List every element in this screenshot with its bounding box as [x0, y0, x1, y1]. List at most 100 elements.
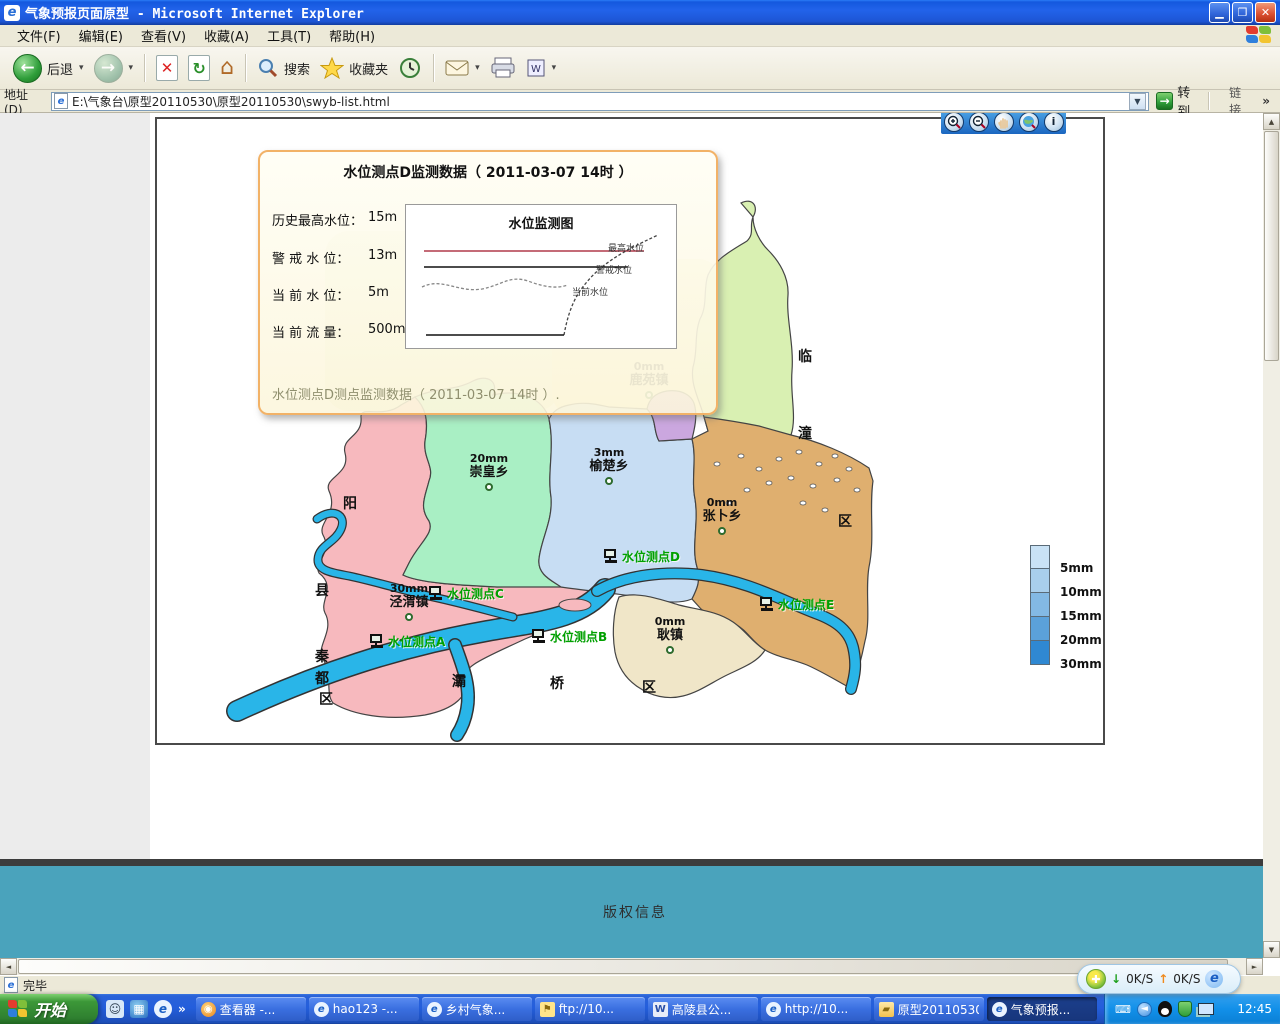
station-d-popup: 水位测点D监测数据（ 2011-03-07 14时 ） 历史最高水位： 15m …	[258, 150, 718, 415]
address-input[interactable]: e E:\气象台\原型20110530\原型20110530\swyb-list…	[51, 92, 1149, 111]
station-D[interactable]: 水位测点D	[603, 548, 680, 565]
search-button[interactable]: 搜索	[252, 54, 315, 82]
district-label: 临	[798, 346, 812, 366]
messenger-icon[interactable]: ☺	[106, 1000, 124, 1018]
back-dropdown-icon[interactable]: ▾	[79, 63, 84, 73]
station-A[interactable]: 水位测点A	[369, 633, 445, 650]
computer-icon	[603, 549, 619, 564]
legend-swatch	[1030, 569, 1050, 593]
legend-label: 20mm	[1060, 633, 1102, 647]
town-gengzhen[interactable]: 0mm 耿镇	[635, 616, 705, 654]
close-button[interactable]: ✕	[1255, 2, 1276, 23]
task-label: 原型20110530	[898, 1001, 979, 1018]
field-value: 5m	[368, 285, 389, 304]
print-button[interactable]	[485, 54, 521, 82]
task-ftp[interactable]: ⚑ftp://10...	[535, 997, 645, 1021]
full-extent-button[interactable]	[1019, 113, 1039, 132]
page-footer: 版权信息	[0, 866, 1263, 958]
scroll-up-button[interactable]: ▲	[1263, 113, 1280, 130]
computer-icon	[759, 597, 775, 612]
screen: e 气象预报页面原型 - Microsoft Internet Explorer…	[0, 0, 1280, 1024]
stop-button[interactable]: ✕	[151, 52, 183, 84]
start-button[interactable]: 开始	[0, 994, 98, 1024]
horizontal-scrollbar[interactable]: ◄ ►	[0, 958, 1263, 975]
station-E[interactable]: 水位测点E	[759, 596, 834, 613]
pan-button[interactable]	[994, 113, 1014, 132]
favorites-star-icon	[320, 57, 344, 79]
chart-line-label: 警戒水位	[596, 263, 632, 276]
zoom-in-button[interactable]	[944, 113, 964, 132]
forward-dropdown-icon[interactable]: ▾	[129, 63, 134, 73]
legend-label: 10mm	[1060, 585, 1102, 599]
home-icon: ⌂	[220, 57, 234, 79]
menu-view[interactable]: 查看(V)	[132, 24, 195, 47]
menu-help[interactable]: 帮助(H)	[320, 24, 384, 47]
qq-icon[interactable]	[1158, 1001, 1172, 1017]
info-button[interactable]: i	[1044, 113, 1064, 132]
links-more-icon[interactable]: »	[1262, 94, 1270, 108]
vertical-scrollbar[interactable]: ▲ ▼	[1263, 113, 1280, 958]
menu-file[interactable]: 文件(F)	[8, 24, 70, 47]
home-button[interactable]: ⌂	[215, 54, 239, 82]
edit-button[interactable]: W ▾	[521, 55, 562, 81]
mail-button[interactable]: ▾	[440, 56, 485, 80]
refresh-button[interactable]: ↻	[183, 52, 215, 84]
task-hao123[interactable]: ehao123 -...	[309, 997, 419, 1021]
town-zhangbu[interactable]: 0mm 张卜乡	[687, 497, 757, 535]
town-yuchu[interactable]: 3mm 榆楚乡	[574, 447, 644, 485]
desktop-icon[interactable]: ▦	[130, 1000, 148, 1018]
zoom-out-button[interactable]	[969, 113, 989, 132]
field-row: 当 前 水 位： 5m	[272, 285, 389, 304]
restore-button[interactable]: ❐	[1232, 2, 1253, 23]
water-level-chart: 水位监测图 最高水位 警戒水位 当前水位	[405, 204, 677, 349]
menu-favorites[interactable]: 收藏(A)	[195, 24, 258, 47]
task-viewer[interactable]: ◉查看器 -...	[196, 997, 306, 1021]
district-label: 秦	[315, 646, 329, 666]
address-dropdown-icon[interactable]: ▼	[1129, 93, 1146, 110]
station-C[interactable]: 水位测点C	[428, 585, 504, 602]
tray-collapse-chevron-icon[interactable]: ◄	[1137, 1002, 1152, 1017]
scroll-right-button[interactable]: ►	[1246, 958, 1263, 975]
edit-dropdown-icon[interactable]: ▾	[552, 63, 557, 73]
rain-value: 0mm	[707, 497, 738, 509]
task-folder[interactable]: ▰原型20110530	[874, 997, 984, 1021]
minimize-button[interactable]: ▁	[1209, 2, 1230, 23]
keyboard-icon[interactable]: ⌨	[1115, 1001, 1131, 1017]
scroll-down-button[interactable]: ▼	[1263, 941, 1280, 958]
ie-widget-icon[interactable]: e	[1205, 970, 1223, 988]
town-name: 榆楚乡	[589, 459, 628, 475]
back-button[interactable]: ← 后退 ▾	[8, 51, 89, 86]
scroll-left-button[interactable]: ◄	[0, 958, 17, 975]
security-shield-icon[interactable]	[1178, 1001, 1192, 1017]
history-button[interactable]	[393, 53, 427, 83]
menu-edit[interactable]: 编辑(E)	[70, 24, 132, 47]
safety-suite-icon[interactable]: ✚	[1086, 969, 1106, 989]
district-label: 潼	[798, 423, 812, 443]
favorites-button[interactable]: 收藏夹	[315, 54, 393, 82]
forward-button[interactable]: → ▾	[89, 51, 139, 86]
task-rural-weather[interactable]: e乡村气象...	[422, 997, 532, 1021]
field-row: 当 前 流 量： 500m³/s	[272, 322, 422, 341]
task-gaoling-doc[interactable]: W高陵县公...	[648, 997, 758, 1021]
menu-tools[interactable]: 工具(T)	[258, 24, 320, 47]
network-icon[interactable]	[1198, 1003, 1214, 1015]
legend-label: 5mm	[1060, 561, 1093, 575]
task-http[interactable]: ehttp://10...	[761, 997, 871, 1021]
station-B[interactable]: 水位测点B	[531, 628, 607, 645]
town-chonghuang[interactable]: 20mm 崇皇乡	[454, 453, 524, 491]
horizontal-scroll-thumb[interactable]	[18, 959, 1228, 974]
computer-icon	[428, 586, 444, 601]
pan-hand-icon	[997, 115, 1010, 129]
task-label: 气象预报...	[1011, 1001, 1070, 1018]
ie-quicklaunch-icon[interactable]: e	[154, 1000, 172, 1018]
zoom-out-icon	[972, 115, 986, 129]
net-speed-widget[interactable]: ✚ ↓ 0K/S ↑ 0K/S e	[1077, 964, 1241, 994]
mail-dropdown-icon[interactable]: ▾	[475, 63, 480, 73]
task-weather-forecast-active[interactable]: e气象预报...	[987, 997, 1097, 1021]
computer-icon	[531, 629, 547, 644]
task-button-row: ◉查看器 -... ehao123 -... e乡村气象... ⚑ftp://1…	[194, 994, 1104, 1024]
quick-launch-more-icon[interactable]: »	[178, 1002, 186, 1016]
address-label: 地址(D)	[4, 86, 45, 117]
field-label: 当 前 水 位：	[272, 285, 368, 304]
vertical-scroll-thumb[interactable]	[1264, 131, 1279, 361]
